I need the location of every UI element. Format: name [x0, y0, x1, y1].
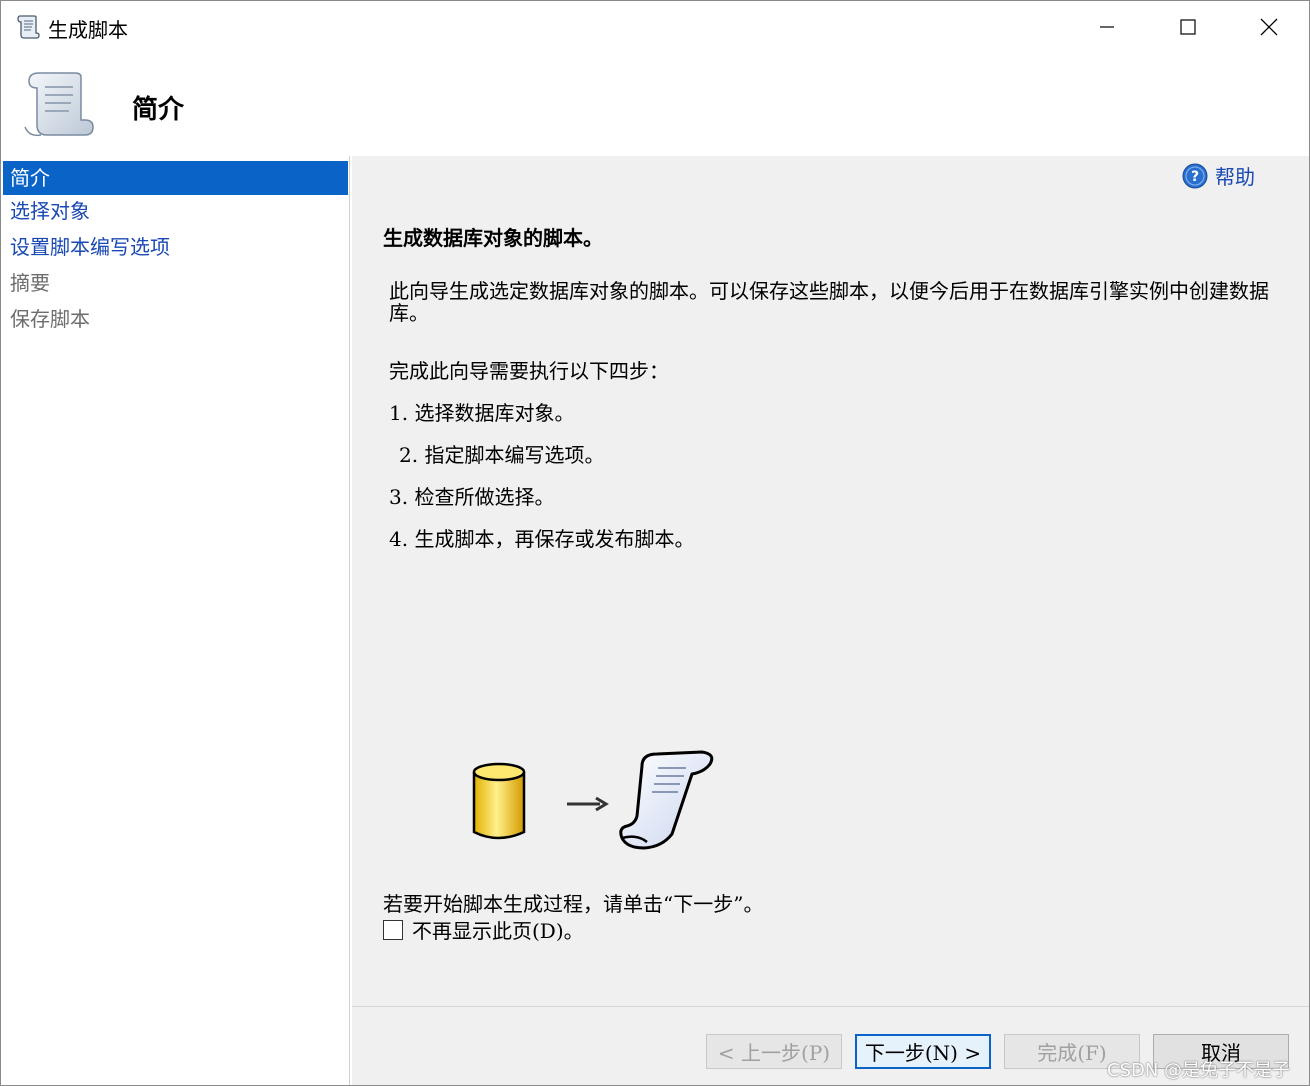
help-icon: ?	[1182, 163, 1208, 188]
help-label: 帮助	[1215, 165, 1255, 189]
intro-description: 此向导生成选定数据库对象的脚本。可以保存这些脚本，以便今后用于在数据库引擎实例中…	[389, 279, 1269, 325]
wizard-window: 生成脚本 简介 简介 选择对象 设置脚本编写选项 摘要 保存脚本 ? 帮助 生成…	[0, 0, 1310, 1086]
step-2: 2. 指定脚本编写选项。	[399, 443, 605, 467]
back-button[interactable]: < 上一步(P)	[706, 1034, 842, 1069]
minimize-button[interactable]	[1067, 1, 1147, 53]
steps-intro: 完成此向导需要执行以下四步：	[389, 359, 669, 383]
arrow-right-icon	[567, 796, 609, 812]
step-3: 3. 检查所做选择。	[389, 485, 555, 509]
script-scroll-icon	[619, 750, 714, 850]
nav-item-scripting-options[interactable]: 设置脚本编写选项	[3, 230, 348, 264]
dont-show-checkbox[interactable]	[383, 919, 403, 940]
script-icon	[17, 15, 40, 39]
nav-item-summary: 摘要	[10, 271, 50, 295]
intro-heading: 生成数据库对象的脚本。	[383, 226, 603, 250]
step-1: 1. 选择数据库对象。	[389, 401, 575, 425]
next-button[interactable]: 下一步(N) >	[855, 1034, 991, 1069]
maximize-icon	[1180, 19, 1196, 35]
wizard-content: ? 帮助 生成数据库对象的脚本。 此向导生成选定数据库对象的脚本。可以保存这些脚…	[352, 156, 1309, 1006]
nav-item-intro[interactable]: 简介	[3, 161, 348, 195]
window-title: 生成脚本	[48, 18, 128, 42]
help-link[interactable]: ? 帮助	[1182, 161, 1255, 190]
nav-item-select-objects[interactable]: 选择对象	[3, 194, 348, 228]
wizard-header: 简介	[1, 53, 1309, 156]
close-button[interactable]	[1229, 1, 1309, 53]
wizard-nav: 简介 选择对象 设置脚本编写选项 摘要 保存脚本	[1, 156, 350, 1085]
maximize-button[interactable]	[1148, 1, 1228, 53]
page-title: 简介	[132, 95, 185, 125]
dont-show-checkbox-row[interactable]: 不再显示此页(D)。	[383, 915, 584, 944]
minimize-icon	[1100, 26, 1114, 28]
close-icon	[1260, 18, 1278, 36]
svg-text:?: ?	[1191, 169, 1199, 185]
database-icon	[472, 762, 526, 840]
step-4: 4. 生成脚本，再保存或发布脚本。	[389, 527, 695, 551]
nav-item-save-scripts: 保存脚本	[10, 307, 90, 331]
dont-show-label[interactable]: 不再显示此页(D)。	[412, 915, 584, 944]
watermark: CSDN @是兔子不是子	[1107, 1060, 1291, 1081]
title-bar: 生成脚本	[1, 1, 1309, 53]
script-scroll-icon	[24, 72, 94, 137]
start-instruction: 若要开始脚本生成过程，请单击“下一步”。	[383, 892, 764, 916]
database-to-script-illustration	[472, 750, 714, 850]
